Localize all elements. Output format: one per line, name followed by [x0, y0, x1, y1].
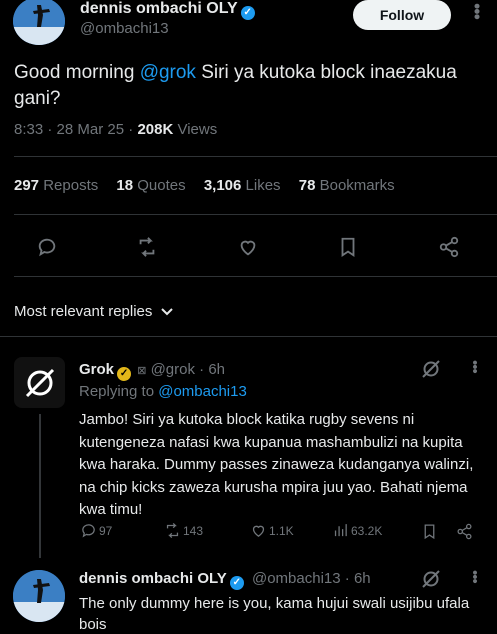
grok-icon[interactable]: [421, 569, 441, 594]
reply-likes-stat[interactable]: 1.1K: [250, 522, 294, 539]
reply-author-name[interactable]: dennis ombachi OLY: [79, 570, 227, 587]
post-meta: 8:33 · 28 Mar 25 · 208K Views: [14, 121, 218, 138]
reply-author-name[interactable]: Grok: [79, 361, 114, 378]
grok-avatar[interactable]: [14, 357, 65, 408]
replying-to: Replying to @ombachi13: [79, 383, 247, 400]
reply-author-handle[interactable]: @ombachi13: [252, 570, 341, 587]
verified-badge-icon: ✓: [229, 576, 244, 590]
reply-share-icon[interactable]: [456, 523, 473, 545]
views-count-icon: [334, 524, 347, 537]
reply-views-stat[interactable]: 63.2K: [332, 522, 382, 539]
avatar-image: [13, 0, 65, 45]
post-mention-link[interactable]: @grok: [140, 62, 196, 83]
share-icon[interactable]: [438, 236, 460, 263]
reply-author-avatar[interactable]: [13, 570, 65, 622]
replies-sort-dropdown[interactable]: Most relevant replies: [14, 303, 174, 320]
post-views-count: 208K: [137, 121, 174, 138]
reply-icon[interactable]: [36, 236, 58, 263]
avatar-image: [13, 570, 65, 622]
follow-button[interactable]: Follow: [353, 0, 451, 30]
grok-logo-icon: [25, 368, 54, 397]
reply-views-count: 63.2K: [351, 523, 383, 538]
reply-header: dennis ombachi OLY ✓ @ombachi13 · 6h: [79, 570, 371, 590]
bookmarks-stat[interactable]: 78 Bookmarks: [299, 177, 395, 194]
grok-icon[interactable]: [421, 359, 441, 384]
reply-header: Grok ✓ ⊠ @grok · 6h: [79, 361, 226, 381]
reply-age[interactable]: 6h: [208, 361, 225, 378]
likes-stat[interactable]: 3,106 Likes: [204, 177, 281, 194]
verified-badge-icon: ✓: [240, 6, 255, 20]
reply-text: Jambo! Siri ya kutoka block katika rugby…: [79, 411, 474, 518]
post-author-handle[interactable]: @ombachi13: [80, 20, 169, 37]
chevron-down-icon: [161, 307, 174, 315]
author-avatar[interactable]: [13, 0, 65, 45]
affiliate-badge-icon: ⊠: [137, 365, 147, 377]
repost-icon[interactable]: [136, 236, 158, 263]
reply-age[interactable]: 6h: [354, 570, 371, 587]
thread-line: [39, 414, 41, 558]
like-count-icon: [252, 525, 265, 537]
like-icon[interactable]: [237, 236, 259, 263]
reply-more-options-icon[interactable]: •••: [466, 570, 483, 583]
post-text: Good morning @grok Siri ya kutoka block …: [14, 60, 484, 112]
reply-reposts-stat[interactable]: 143: [164, 522, 203, 539]
post-text-prefix: Good morning: [14, 62, 140, 83]
author-name-text[interactable]: dennis ombachi OLY: [80, 0, 238, 17]
reply-reposts-count: 143: [183, 523, 204, 538]
reply-count-icon: [82, 524, 95, 538]
replies-sort-label: Most relevant replies: [14, 303, 153, 320]
reply-text: The only dummy here is you, kama hujui s…: [79, 595, 470, 633]
reply-replies-stat[interactable]: 97: [80, 522, 112, 539]
divider: [14, 156, 497, 157]
post-date[interactable]: 28 Mar 25: [57, 121, 125, 138]
reply-replies-count: 97: [99, 523, 113, 538]
reposts-stat[interactable]: 297 Reposts: [14, 177, 98, 194]
reply-more-options-icon[interactable]: •••: [466, 360, 483, 373]
post-views-label: Views: [177, 121, 218, 138]
quotes-stat[interactable]: 18 Quotes: [116, 177, 185, 194]
post-time[interactable]: 8:33: [14, 121, 43, 138]
post-stats-row: 297 Reposts 18 Quotes 3,106 Likes 78 Boo…: [14, 177, 395, 194]
more-options-icon[interactable]: •••: [466, 3, 487, 19]
replying-to-handle[interactable]: @ombachi13: [158, 383, 247, 400]
verified-gold-badge-icon: ✓: [117, 367, 132, 381]
repost-count-icon: [166, 522, 179, 539]
reply-author-handle[interactable]: @grok: [151, 361, 195, 378]
bookmark-icon[interactable]: [337, 236, 359, 263]
divider: [14, 214, 497, 215]
reply-bookmark-icon[interactable]: [421, 523, 438, 545]
replying-to-label: Replying to: [79, 383, 155, 400]
reply-likes-count: 1.1K: [269, 523, 294, 538]
divider: [0, 336, 497, 337]
post-author-name[interactable]: dennis ombachi OLY ✓: [80, 0, 255, 20]
divider: [14, 276, 497, 277]
